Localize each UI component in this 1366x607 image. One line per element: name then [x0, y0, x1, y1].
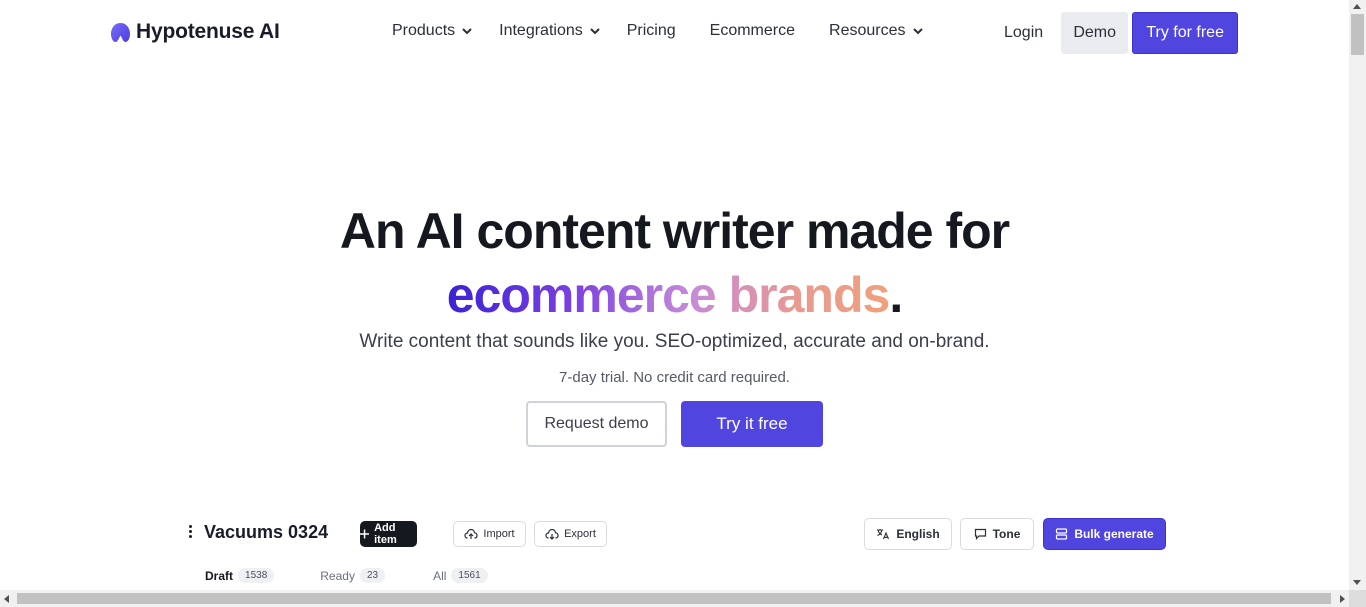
chevron-down-icon — [912, 28, 923, 35]
plus-icon — [360, 529, 370, 539]
translate-icon — [877, 529, 890, 540]
tab-draft-count: 1538 — [238, 568, 275, 583]
hero-title-period: . — [889, 267, 903, 323]
nav-products[interactable]: Products — [392, 22, 473, 40]
tab-ready-label: Ready — [320, 568, 355, 583]
nav-resources-label: Resources — [829, 22, 906, 39]
add-item-button[interactable]: Add item — [360, 521, 417, 547]
scrollbar-corner — [1349, 590, 1366, 607]
chevron-down-icon — [590, 28, 600, 35]
chevron-down-icon — [462, 28, 472, 35]
app-preview: Vacuums 0324 Add item Import Export Engl… — [0, 505, 1349, 590]
import-label: Import — [483, 528, 515, 540]
tab-all-count: 1561 — [451, 568, 488, 583]
scroll-right-arrow-icon[interactable] — [1340, 595, 1345, 603]
bulk-generate-button[interactable]: Bulk generate — [1043, 518, 1166, 550]
nav-pricing-label: Pricing — [626, 22, 676, 39]
try-it-free-button[interactable]: Try it free — [681, 401, 823, 447]
cloud-download-icon — [545, 528, 559, 540]
nav-integrations[interactable]: Integrations — [499, 22, 601, 40]
tab-all[interactable]: All 1561 — [433, 568, 488, 583]
nav-resources[interactable]: Resources — [829, 22, 923, 40]
main-menu: Products Integrations Pricing Ecommerce … — [392, 22, 924, 40]
try-for-free-button[interactable]: Try for free — [1132, 12, 1239, 54]
tab-ready-count: 23 — [359, 568, 386, 583]
tab-all-label: All — [433, 568, 447, 583]
language-select[interactable]: English — [864, 518, 952, 550]
nav-actions: Login Demo Try for free — [1004, 12, 1239, 54]
vertical-scroll-thumb[interactable] — [1351, 14, 1364, 55]
scroll-up-arrow-icon[interactable] — [1353, 4, 1361, 9]
scroll-down-arrow-icon[interactable] — [1353, 580, 1361, 585]
request-demo-button[interactable]: Request demo — [526, 401, 667, 447]
tab-draft[interactable]: Draft 1538 — [205, 568, 275, 583]
project-title: Vacuums 0324 — [204, 522, 329, 542]
nav-integrations-label: Integrations — [499, 22, 583, 39]
nav-ecommerce[interactable]: Ecommerce — [710, 22, 795, 40]
more-options-icon[interactable] — [188, 525, 194, 541]
cloud-upload-icon — [464, 528, 479, 539]
import-button[interactable]: Import — [453, 521, 526, 547]
login-link[interactable]: Login — [1004, 24, 1043, 42]
horizontal-scroll-thumb[interactable] — [17, 593, 1331, 604]
add-item-label: Add item — [374, 522, 397, 546]
horizontal-scrollbar[interactable] — [0, 590, 1349, 607]
tone-button[interactable]: Tone — [960, 518, 1034, 550]
hero-subtitle: Write content that sounds like you. SEO-… — [359, 331, 990, 352]
bulk-generate-label: Bulk generate — [1074, 527, 1154, 541]
hero-cta-row: Request demo Try it free — [526, 401, 823, 447]
stack-icon — [1056, 528, 1068, 540]
brand-logo[interactable]: Hypotenuse AI — [110, 20, 280, 44]
language-label: English — [896, 527, 940, 541]
top-nav: Hypotenuse AI Products Integrations Pric… — [0, 0, 1349, 66]
hero-title-line2: ecommerce brands. — [0, 266, 1349, 324]
tone-label: Tone — [992, 527, 1021, 541]
vertical-scrollbar[interactable] — [1349, 0, 1366, 590]
nav-pricing[interactable]: Pricing — [627, 22, 676, 40]
nav-ecommerce-label: Ecommerce — [709, 22, 796, 39]
trial-note: 7-day trial. No credit card required. — [559, 369, 790, 386]
scroll-left-arrow-icon[interactable] — [4, 595, 9, 603]
export-button[interactable]: Export — [534, 521, 607, 547]
speech-bubble-icon — [974, 528, 986, 540]
brand-name: Hypotenuse AI — [136, 20, 280, 43]
logo-mark-icon — [111, 22, 130, 42]
tab-ready[interactable]: Ready 23 — [320, 568, 386, 583]
hero-gradient-text: ecommerce brands — [446, 267, 891, 323]
hero-title: An AI content writer made for — [339, 203, 1010, 259]
demo-button[interactable]: Demo — [1061, 12, 1129, 54]
tab-draft-label: Draft — [205, 568, 234, 583]
status-tabs: Draft 1538 Ready 23 All 1561 — [205, 568, 488, 583]
export-label: Export — [564, 528, 596, 540]
nav-products-label: Products — [392, 22, 456, 39]
